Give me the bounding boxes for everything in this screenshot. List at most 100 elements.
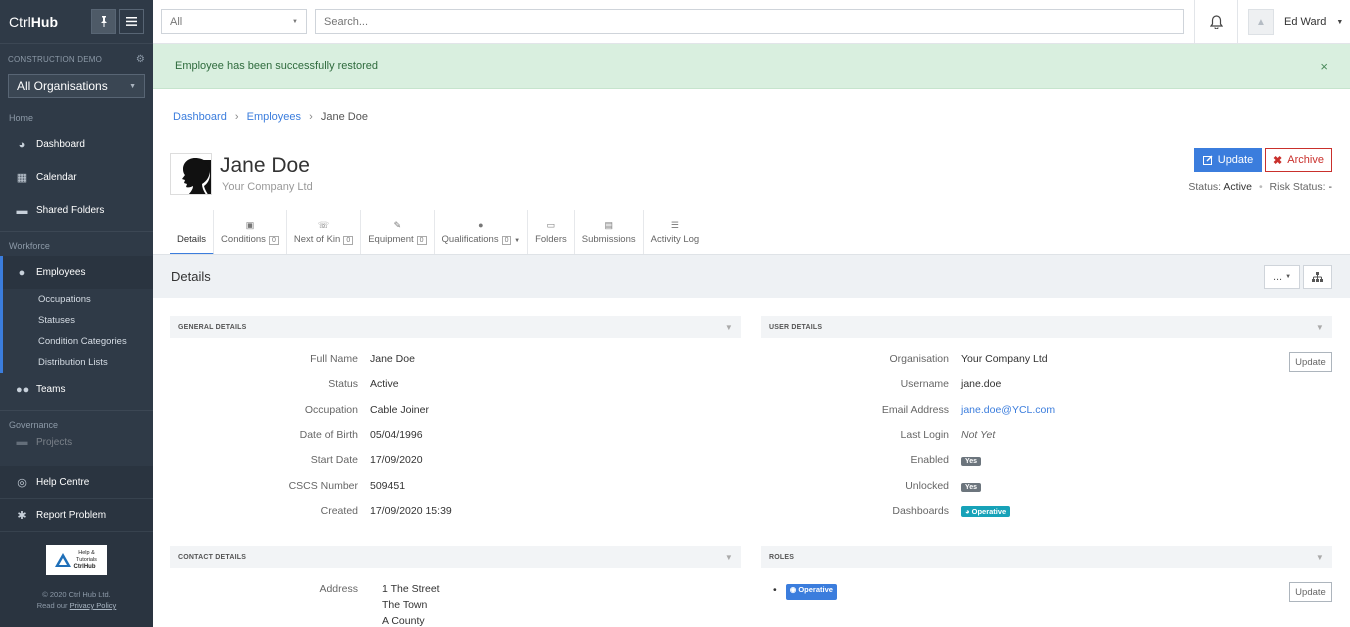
user-details-header[interactable]: USER DETAILS ▼ [761,316,1332,338]
role-badge: ◉ Operative [785,584,837,600]
tab-details[interactable]: Details [170,210,215,255]
general-details-header[interactable]: GENERAL DETAILS ▼ [170,316,741,338]
sidebar-item-shared-folders[interactable]: ▬ Shared Folders [0,194,153,227]
tab-equipment[interactable]: ✎ Equipment 0 [361,210,435,255]
sidebar-item-report-problem[interactable]: ✱ Report Problem [0,499,153,532]
help-tutorials-logo[interactable]: Help & Tutorials CtrlHub [46,545,107,575]
row-value: Cable Joiner [370,404,429,416]
risk-status-label: Risk Status: [1269,181,1326,193]
address-line: 1 The Street [382,583,440,595]
tab-conditions[interactable]: ▣ Conditions 0 [214,210,287,255]
topbar: All ▼ ▲ Ed Ward ▼ [153,0,1350,44]
employee-company: Your Company Ltd [222,181,313,193]
tab-qualifications[interactable]: ● Qualifications 0 ▼ [435,210,529,255]
roles-header[interactable]: ROLES ▼ [761,546,1332,568]
chevron-down-icon: ▼ [1315,322,1324,332]
general-row: CSCS Number 509451 [170,480,405,496]
general-row: Date of Birth 05/04/1996 [170,429,423,445]
caret-down-icon: ▼ [129,82,136,90]
row-value: Your Company Ltd [961,353,1048,365]
sidebar-subitem-distribution-lists[interactable]: Distribution Lists [0,352,153,373]
row-value: 17/09/2020 15:39 [370,505,452,517]
update-roles-button[interactable]: Update [1289,582,1332,602]
sidebar-item-employees[interactable]: ● Employees [0,256,153,289]
ctrlhub-logo-icon [54,553,71,567]
row-value: 17/09/2020 [370,454,423,466]
more-options-button[interactable]: ... ▼ [1264,265,1300,289]
section-home: Home [9,113,34,123]
row-label: Dashboards [892,505,949,517]
bullet: • [773,584,777,596]
org-chart-button[interactable] [1303,265,1332,289]
sidebar-subitem-condition-categories[interactable]: Condition Categories [0,331,153,352]
logo-brand-text: CtrlHub [73,563,96,570]
tenant-name: CONSTRUCTION DEMO [8,54,103,64]
update-employee-button[interactable]: Update [1194,148,1262,172]
row-label: Email Address [881,404,949,416]
user-menu[interactable]: ▲ Ed Ward ▼ [1248,0,1343,44]
address-line: The Town [382,599,428,611]
search-scope-select[interactable]: All ▼ [161,9,307,34]
sidebar-subitem-statuses[interactable]: Statuses [0,310,153,331]
breadcrumb-dashboard[interactable]: Dashboard [173,111,227,123]
tab-next-of-kin[interactable]: ☏ Next of Kin 0 [287,210,362,255]
archive-employee-button[interactable]: ✖ Archive [1265,148,1332,172]
tab-label: Qualifications [441,234,499,245]
gear-icon[interactable]: ⚙ [136,54,145,65]
search-input[interactable] [315,9,1184,34]
status-label: Status: [1188,181,1222,193]
tab-label: Folders [535,234,567,245]
tab-activity-log[interactable]: ☰ Activity Log [644,210,707,255]
wrench-icon: ✎ [393,220,402,230]
pin-sidebar-button[interactable] [91,9,116,34]
update-user-button[interactable]: Update [1289,352,1332,372]
phone-icon: ☏ [317,220,330,230]
page-title: Jane Doe [220,154,310,177]
sidebar-subitem-occupations[interactable]: Occupations [0,289,153,310]
tab-label: Activity Log [650,234,700,245]
panel-title: USER DETAILS [769,323,823,331]
menu-toggle-button[interactable] [119,9,144,34]
breadcrumb-employees[interactable]: Employees [247,111,301,123]
sidebar-item-projects[interactable]: ▬ Projects [0,435,153,449]
alert-message: Employee has been successfully restored [175,60,378,72]
sitemap-icon [1312,272,1323,282]
contact-details-header[interactable]: CONTACT DETAILS ▼ [170,546,741,568]
update-label: Update [1217,154,1254,166]
sidebar-item-label: Teams [36,384,66,395]
notifications-button[interactable] [1194,0,1238,44]
tab-submissions[interactable]: ▤ Submissions [575,210,644,255]
silhouette-icon [182,158,211,194]
breadcrumb-separator: › [309,111,313,123]
general-row: Occupation Cable Joiner [170,404,429,420]
employee-status-line: Status: Active • Risk Status: - [1188,181,1332,193]
contact-row-address: Address [170,583,370,599]
employee-avatar [170,153,212,195]
tab-folders[interactable]: ▭ Folders [528,210,575,255]
section-workforce: Workforce [9,241,50,251]
main-content: Dashboard › Employees › Jane Doe Jane Do… [153,89,1350,627]
sidebar-item-calendar[interactable]: ▦ Calendar [0,161,153,194]
app-logo[interactable]: CtrlHub [9,14,58,30]
email-link[interactable]: jane.doe@YCL.com [961,404,1055,420]
lifebuoy-icon: ◎ [17,476,27,489]
risk-status-value: - [1328,181,1333,193]
sidebar-item-dashboard[interactable]: ◕ Dashboard [0,128,153,161]
panel-title: GENERAL DETAILS [178,323,247,331]
privacy-policy-link[interactable]: Privacy Policy [70,601,117,610]
bug-icon: ✱ [17,509,27,522]
separator-dot: • [1258,181,1263,193]
tab-label: Submissions [581,234,636,245]
row-label: Address [319,583,358,595]
section-title: Details [171,269,211,284]
organisation-select[interactable]: All Organisations ▼ [8,74,145,98]
row-label: Status [328,378,358,390]
copyright-text: © 2020 Ctrl Hub Ltd. [42,590,111,599]
pin-icon [100,16,107,27]
sidebar-item-label: Calendar [36,172,77,183]
alert-close-button[interactable]: × [1320,59,1328,74]
logo-help-text: Help & Tutorials [76,549,97,563]
sidebar-item-help-centre[interactable]: ◎ Help Centre [0,466,153,499]
chevron-down-icon: ▼ [1315,552,1324,562]
sidebar-item-teams[interactable]: ●● Teams [0,373,153,406]
